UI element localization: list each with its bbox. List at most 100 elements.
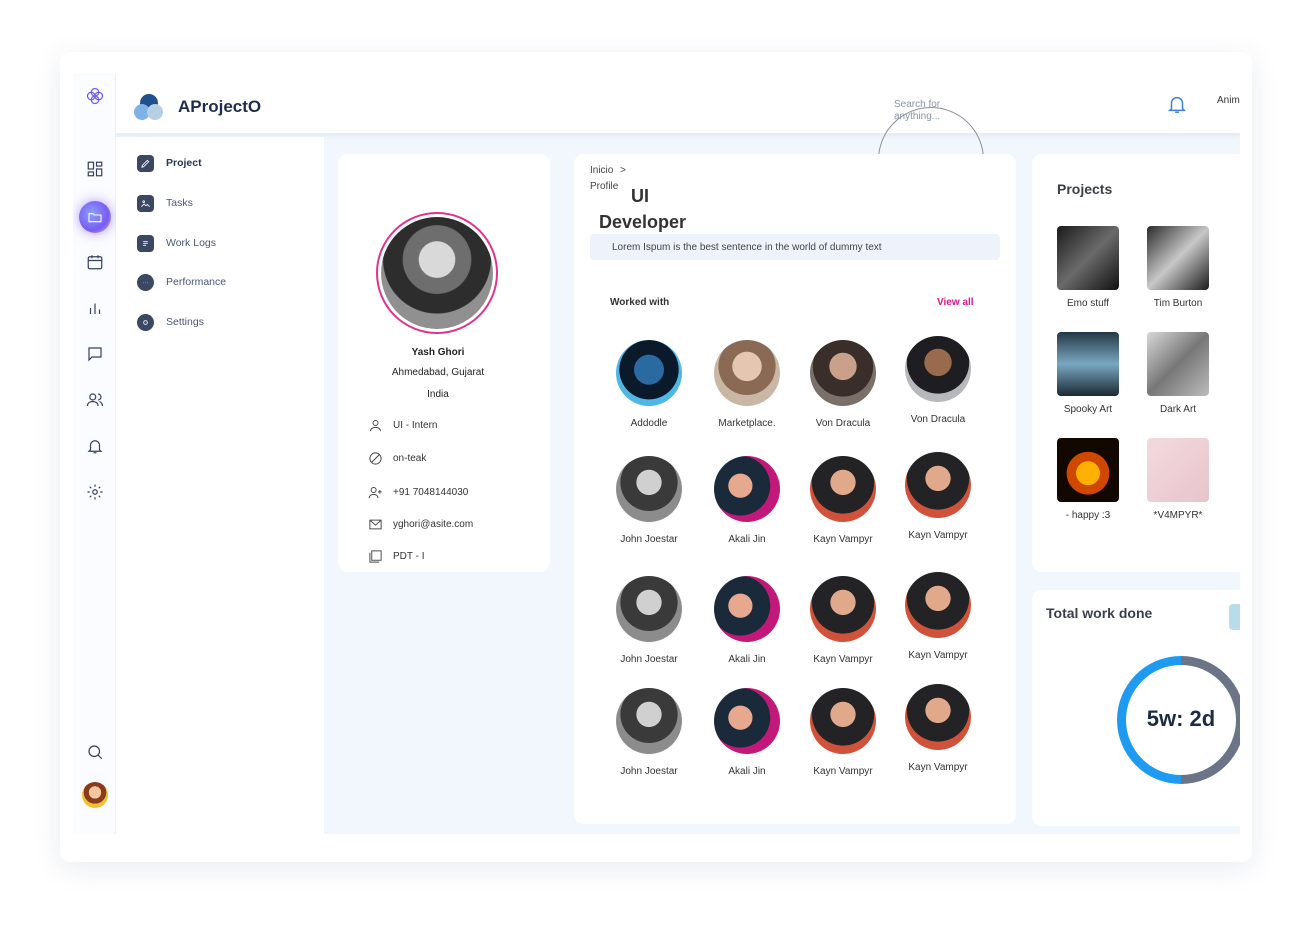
sidebar-item-tasks[interactable]: Tasks	[137, 193, 193, 213]
person-card[interactable]: Akali Jin	[699, 456, 795, 545]
person-avatar	[905, 336, 971, 402]
person-card[interactable]: Kayn Vampyr	[890, 684, 986, 773]
person-card[interactable]: Von Dracula	[890, 336, 986, 425]
notification-bell-icon[interactable]	[1166, 93, 1188, 115]
role-title-line2: Developer	[599, 212, 687, 232]
project-name: - happy :3	[1065, 510, 1111, 521]
person-avatar	[905, 452, 971, 518]
profile-status: on-teak	[393, 453, 427, 464]
project-image	[1147, 332, 1209, 396]
project-image	[1147, 438, 1209, 502]
project-thumbnail[interactable]: - happy :3	[1043, 438, 1133, 521]
person-name: Marketplace.	[718, 418, 776, 429]
users-icon[interactable]	[83, 388, 107, 412]
person-card[interactable]: John Joestar	[601, 576, 697, 665]
icon-rail	[73, 73, 116, 834]
person-card[interactable]: Kayn Vampyr	[795, 456, 891, 545]
person-name: Kayn Vampyr	[813, 534, 873, 545]
person-card[interactable]: Kayn Vampyr	[795, 688, 891, 777]
person-name: Von Dracula	[815, 418, 871, 429]
gear-icon[interactable]	[83, 480, 107, 504]
profile-location: Ahmedabad, Gujarat	[391, 367, 485, 378]
person-card[interactable]: Kayn Vampyr	[890, 452, 986, 541]
person-card[interactable]: Addodle	[601, 340, 697, 429]
role-title-line1: UI	[631, 186, 649, 206]
message-icon[interactable]	[83, 342, 107, 366]
person-card[interactable]: Kayn Vampyr	[795, 576, 891, 665]
breadcrumb-home[interactable]: Inicio	[590, 165, 613, 176]
person-name: Kayn Vampyr	[908, 762, 968, 773]
person-avatar	[810, 456, 876, 522]
profile-status-row: on-teak	[368, 451, 426, 466]
main-card: Inicio > Profile UI Developer Lorem Ispu…	[574, 154, 1016, 824]
project-name: Emo stuff	[1066, 298, 1110, 309]
person-avatar	[714, 340, 780, 406]
person-card[interactable]: Akali Jin	[699, 576, 795, 665]
calendar-icon[interactable]	[83, 250, 107, 274]
person-avatar	[905, 572, 971, 638]
dashboard-icon[interactable]	[83, 157, 107, 181]
person-name: Kayn Vampyr	[908, 650, 968, 661]
brand-logo-icon	[134, 94, 166, 122]
person-name: Akali Jin	[728, 766, 766, 777]
project-image	[1147, 226, 1209, 290]
add-user-icon	[368, 487, 382, 499]
user-name[interactable]: Anim	[1217, 95, 1240, 106]
user-avatar[interactable]	[82, 782, 108, 808]
project-thumbnail[interactable]: Dark Art	[1133, 332, 1223, 415]
folder-icon[interactable]	[79, 201, 111, 233]
person-name: Kayn Vampyr	[908, 530, 968, 541]
person-card[interactable]: John Joestar	[601, 456, 697, 545]
project-thumbnail[interactable]: Tim Burton	[1133, 226, 1223, 309]
bar-chart-icon[interactable]	[83, 296, 107, 320]
breadcrumb-current: Profile	[590, 181, 619, 192]
brand-name: AProjectO	[178, 97, 262, 116]
project-thumbnail[interactable]: Spooky Art	[1043, 332, 1133, 415]
gallery-icon	[369, 550, 382, 563]
profile-role: UI - Intern	[393, 420, 438, 431]
user-icon	[370, 420, 381, 432]
sidebar-item-project[interactable]: Project	[137, 153, 202, 173]
chat-bubble-icon	[137, 273, 154, 291]
profile-role-row: UI - Intern	[368, 418, 437, 433]
work-done-card: Total work done 5w: 2d	[1032, 590, 1240, 826]
project-image	[1057, 332, 1119, 396]
logo-icon[interactable]	[83, 84, 107, 108]
sidebar-item-work-logs[interactable]: Work Logs	[137, 233, 216, 253]
search-icon[interactable]	[83, 740, 107, 764]
work-done-title: Total work done	[1046, 605, 1153, 621]
project-thumbnail[interactable]: Emo stuff	[1043, 226, 1133, 309]
project-name: Dark Art	[1159, 404, 1197, 415]
pencil-icon	[137, 154, 154, 172]
person-name: Kayn Vampyr	[813, 766, 873, 777]
work-done-value: 5w: 2d	[1146, 706, 1216, 731]
sidebar-item-label: Tasks	[166, 197, 193, 209]
profile-avatar[interactable]	[376, 212, 498, 334]
sidebar-item-performance[interactable]: Performance	[137, 272, 226, 292]
profile-email: yghori@asite.com	[393, 519, 474, 530]
person-card[interactable]: Kayn Vampyr	[890, 572, 986, 661]
person-avatar	[714, 576, 780, 642]
person-name: Akali Jin	[728, 534, 766, 545]
bell-icon[interactable]	[83, 434, 107, 458]
view-all-link[interactable]: View all	[937, 297, 974, 308]
profile-phone: +91 7048144030	[393, 487, 469, 498]
person-card[interactable]: John Joestar	[601, 688, 697, 777]
projects-card: Projects Emo stuff Tim Burton Spooky Art Da…	[1032, 154, 1240, 572]
project-image	[1057, 438, 1119, 502]
breadcrumb-separator: >	[620, 165, 626, 176]
person-avatar	[616, 576, 682, 642]
person-card[interactable]: Marketplace.	[699, 340, 795, 429]
profile-department: PDT - I	[393, 551, 425, 562]
mail-icon	[369, 519, 382, 530]
sidebar: Project Tasks Work Logs Performance Sett…	[116, 137, 324, 834]
project-thumbnail[interactable]: *V4MPYR*	[1133, 438, 1223, 521]
period-dropdown[interactable]	[1229, 604, 1240, 630]
person-card[interactable]: Von Dracula	[795, 340, 891, 429]
project-name: *V4MPYR*	[1153, 510, 1203, 521]
person-card[interactable]: Akali Jin	[699, 688, 795, 777]
top-bar: AProjectO Search for anything... Anim	[116, 73, 1240, 213]
image-icon	[137, 194, 154, 212]
person-avatar	[616, 340, 682, 406]
sidebar-item-settings[interactable]: Settings	[137, 312, 204, 332]
